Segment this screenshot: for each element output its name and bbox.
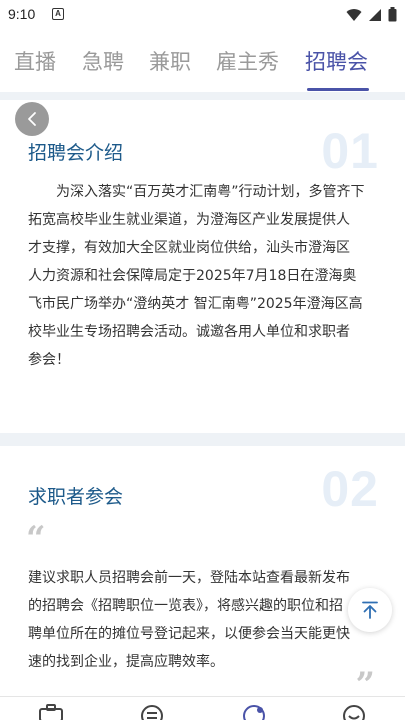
- section-body-line: 才支撑，有效加大全区就业岗位供给，汕头市澄海区: [28, 240, 350, 256]
- section-body-line: 为深入落实“百万英才汇南粤”行动计划，多管齐下: [56, 184, 365, 200]
- section-body-line: 校毕业生专场招聘会活动。诚邀各用人单位和求职者: [28, 324, 350, 340]
- back-button[interactable]: [15, 102, 49, 136]
- briefcase-icon[interactable]: [38, 703, 64, 720]
- section-body: 为深入落实“百万英才汇南粤”行动计划，多管齐下 拓宽高校毕业生就业渠道，为澄海区…: [28, 178, 378, 374]
- notification-app-icon: A: [52, 8, 64, 20]
- section-title: 招聘会介绍: [28, 142, 124, 164]
- tab-live[interactable]: 直播: [14, 46, 56, 76]
- quote-close-icon: ”: [355, 665, 375, 696]
- section-body-line: 聘单位所在的摊位号登记起来，以便参会当天能更快: [28, 626, 350, 642]
- section-body: 建议求职人员招聘会前一天，登陆本站查看最新发布 的招聘会《招聘职位一览表》，将感…: [28, 564, 378, 676]
- section-body-line: 飞市民广场举办“澄纳英才 智汇南粤”2025年澄海区高: [28, 296, 363, 312]
- section-body-line: 速的找到企业，提高应聘效率。: [28, 654, 224, 670]
- arrow-up-icon: [362, 601, 378, 619]
- wifi-icon: [346, 8, 362, 21]
- section-body-line: 的招聘会《招聘职位一览表》，将感兴趣的职位和招: [28, 598, 343, 614]
- section-card-job-seekers: 02 求职者参会 “ 建议求职人员招聘会前一天，登陆本站查看最新发布 的招聘会《…: [0, 446, 405, 696]
- status-bar: 9:10 A: [0, 0, 405, 30]
- status-time: 9:10: [8, 6, 36, 22]
- scroll-to-top-button[interactable]: [348, 588, 392, 632]
- section-title: 求职者参会: [28, 486, 124, 508]
- section-number: 01: [321, 123, 379, 179]
- tab-urgent-hiring[interactable]: 急聘: [82, 46, 124, 76]
- section-number: 02: [321, 461, 379, 517]
- status-icons: [346, 7, 397, 22]
- tab-part-time[interactable]: 兼职: [149, 46, 191, 76]
- profile-icon[interactable]: [341, 703, 367, 720]
- section-body-line: 参会！: [28, 352, 70, 368]
- battery-icon: [388, 7, 397, 22]
- chevron-left-icon: [28, 112, 36, 126]
- fair-icon[interactable]: [241, 703, 267, 720]
- signal-icon: [369, 8, 381, 21]
- section-body-line: 建议求职人员招聘会前一天，登陆本站查看最新发布: [28, 570, 350, 586]
- bottom-navigation: [0, 696, 405, 720]
- section-body-line: 拓宽高校毕业生就业渠道，为澄海区产业发展提供人: [28, 212, 350, 228]
- quote-open-icon: “: [26, 519, 46, 559]
- active-tab-indicator: [307, 88, 369, 91]
- content-scroll-area[interactable]: 01 招聘会介绍 为深入落实“百万英才汇南粤”行动计划，多管齐下 拓宽高校毕业生…: [0, 92, 405, 696]
- section-body-line: 人力资源和社会保障局定于2025年7月18日在澄海奥: [28, 268, 357, 284]
- message-icon[interactable]: [139, 703, 165, 720]
- tab-employer-show[interactable]: 雇主秀: [216, 46, 279, 76]
- section-card-introduction: 01 招聘会介绍 为深入落实“百万英才汇南粤”行动计划，多管齐下 拓宽高校毕业生…: [0, 100, 405, 433]
- category-tab-bar: 直播 急聘 兼职 雇主秀 招聘会: [0, 30, 405, 91]
- tab-job-fair[interactable]: 招聘会: [305, 46, 368, 76]
